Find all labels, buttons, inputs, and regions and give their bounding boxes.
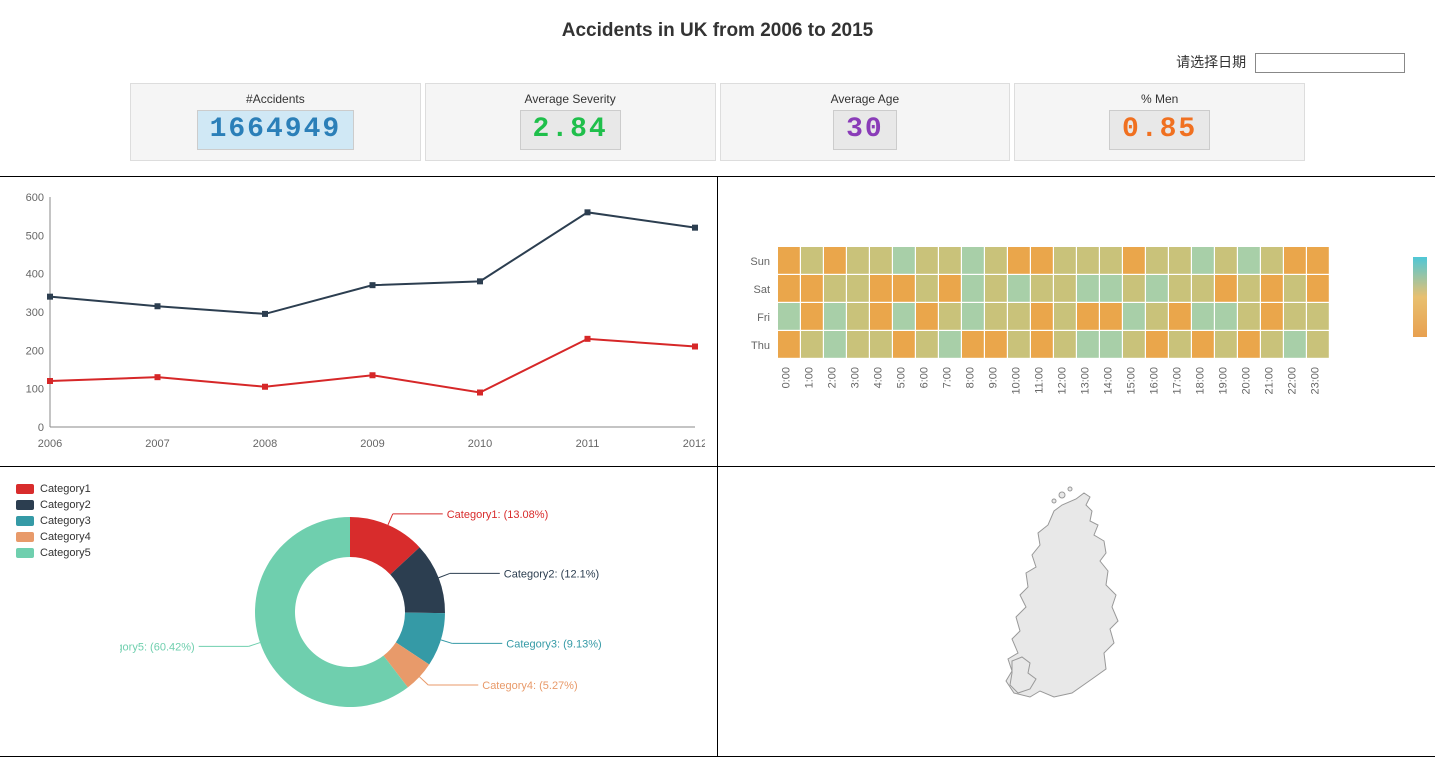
svg-text:Category3: (9.13%): Category3: (9.13%) bbox=[506, 638, 601, 650]
svg-text:4:00: 4:00 bbox=[872, 367, 884, 388]
line-chart[interactable]: 0 100 200 300 400 500 600 2006 2007 2008 2009 2010 2… bbox=[10, 187, 705, 457]
svg-text:2010: 2010 bbox=[468, 438, 492, 450]
heatmap-cell: Sun Sat Fri Thu 0:00 1:00 2:00 3:00 4:00 5:00 6:00… bbox=[718, 177, 1435, 467]
svg-text:300: 300 bbox=[26, 307, 44, 319]
svg-text:400: 400 bbox=[26, 268, 44, 280]
svg-text:Sun: Sun bbox=[750, 256, 770, 268]
chart-grid: 0 100 200 300 400 500 600 2006 2007 2008 2009 2010 2… bbox=[0, 176, 1435, 757]
legend-item[interactable]: Category3 bbox=[16, 515, 120, 527]
svg-text:Thu: Thu bbox=[751, 340, 770, 352]
legend-swatch bbox=[16, 548, 34, 558]
svg-text:2009: 2009 bbox=[360, 438, 384, 450]
legend-swatch bbox=[16, 500, 34, 510]
kpi-label: Average Severity bbox=[436, 92, 705, 106]
legend-label: Category4 bbox=[40, 531, 91, 543]
legend-label: Category5 bbox=[40, 547, 91, 559]
svg-text:2011: 2011 bbox=[576, 438, 600, 450]
svg-text:16:00: 16:00 bbox=[1148, 367, 1160, 395]
svg-text:Category1: (13.08%): Category1: (13.08%) bbox=[447, 508, 548, 520]
kpi-value: 0.85 bbox=[1109, 110, 1210, 150]
svg-text:14:00: 14:00 bbox=[1102, 367, 1114, 395]
legend-label: Category1 bbox=[40, 483, 91, 495]
svg-text:22:00: 22:00 bbox=[1286, 367, 1298, 395]
kpi-men: % Men 0.85 bbox=[1014, 83, 1305, 161]
kpi-age: Average Age 30 bbox=[720, 83, 1011, 161]
map-cell bbox=[718, 467, 1435, 757]
svg-text:5:00: 5:00 bbox=[895, 367, 907, 388]
svg-text:Sat: Sat bbox=[753, 284, 770, 296]
svg-text:2006: 2006 bbox=[38, 438, 62, 450]
date-picker-row: 请选择日期 bbox=[0, 52, 1435, 83]
kpi-severity: Average Severity 2.84 bbox=[425, 83, 716, 161]
kpi-value: 30 bbox=[833, 110, 897, 150]
svg-text:600: 600 bbox=[26, 192, 44, 204]
svg-text:21:00: 21:00 bbox=[1263, 367, 1275, 395]
page-title: Accidents in UK from 2006 to 2015 bbox=[0, 0, 1435, 52]
svg-text:Category2: (12.1%): Category2: (12.1%) bbox=[504, 568, 599, 580]
svg-text:8:00: 8:00 bbox=[964, 367, 976, 388]
svg-text:6:00: 6:00 bbox=[918, 367, 930, 388]
svg-text:12:00: 12:00 bbox=[1056, 367, 1068, 395]
svg-text:Category5: (60.42%): Category5: (60.42%) bbox=[120, 641, 195, 653]
svg-text:17:00: 17:00 bbox=[1171, 367, 1183, 395]
svg-text:2008: 2008 bbox=[253, 438, 277, 450]
kpi-value: 1664949 bbox=[197, 110, 355, 150]
donut-cell: Category1 Category2 Category3 Category4 Cate… bbox=[0, 467, 718, 757]
kpi-label: #Accidents bbox=[141, 92, 410, 106]
kpi-row: #Accidents 1664949 Average Severity 2.84… bbox=[0, 83, 1435, 176]
legend-item[interactable]: Category1 bbox=[16, 483, 120, 495]
line-chart-cell: 0 100 200 300 400 500 600 2006 2007 2008 2009 2010 2… bbox=[0, 177, 718, 467]
heatmap-chart[interactable]: Sun Sat Fri Thu 0:00 1:00 2:00 3:00 4:00 5:00 6:00… bbox=[728, 187, 1388, 457]
svg-text:18:00: 18:00 bbox=[1194, 367, 1206, 395]
date-picker-input[interactable] bbox=[1255, 53, 1405, 73]
legend-label: Category2 bbox=[40, 499, 91, 511]
svg-text:Fri: Fri bbox=[757, 312, 770, 324]
svg-text:200: 200 bbox=[26, 345, 44, 357]
legend-item[interactable]: Category2 bbox=[16, 499, 120, 511]
svg-text:19:00: 19:00 bbox=[1217, 367, 1229, 395]
svg-text:10:00: 10:00 bbox=[1010, 367, 1022, 395]
svg-text:1:00: 1:00 bbox=[803, 367, 815, 388]
svg-text:23:00: 23:00 bbox=[1309, 367, 1321, 395]
legend-label: Category3 bbox=[40, 515, 91, 527]
legend-swatch bbox=[16, 484, 34, 494]
svg-text:2012: 2012 bbox=[683, 438, 705, 450]
svg-text:0:00: 0:00 bbox=[780, 367, 792, 388]
legend-item[interactable]: Category5 bbox=[16, 547, 120, 559]
heatmap-color-legend bbox=[1413, 257, 1427, 337]
svg-text:13:00: 13:00 bbox=[1079, 367, 1091, 395]
legend-swatch bbox=[16, 532, 34, 542]
svg-text:500: 500 bbox=[26, 230, 44, 242]
date-picker-label: 请选择日期 bbox=[1176, 54, 1246, 70]
svg-text:2:00: 2:00 bbox=[826, 367, 838, 388]
svg-text:20:00: 20:00 bbox=[1240, 367, 1252, 395]
donut-legend: Category1 Category2 Category3 Category4 Cate… bbox=[10, 477, 120, 746]
legend-swatch bbox=[16, 516, 34, 526]
kpi-label: Average Age bbox=[731, 92, 1000, 106]
svg-text:11:00: 11:00 bbox=[1033, 367, 1045, 394]
svg-text:2007: 2007 bbox=[145, 438, 169, 450]
svg-text:9:00: 9:00 bbox=[987, 367, 999, 388]
kpi-label: % Men bbox=[1025, 92, 1294, 106]
svg-text:100: 100 bbox=[26, 383, 44, 395]
svg-text:3:00: 3:00 bbox=[849, 367, 861, 388]
kpi-value: 2.84 bbox=[520, 110, 621, 150]
svg-text:Category4: (5.27%): Category4: (5.27%) bbox=[482, 679, 577, 691]
uk-map[interactable] bbox=[966, 481, 1186, 741]
donut-chart[interactable]: Category1: (13.08%) Category2: (12.1%) Cat… bbox=[120, 477, 640, 747]
legend-item[interactable]: Category4 bbox=[16, 531, 120, 543]
svg-text:15:00: 15:00 bbox=[1125, 367, 1137, 395]
kpi-accidents: #Accidents 1664949 bbox=[130, 83, 421, 161]
svg-text:7:00: 7:00 bbox=[941, 367, 953, 388]
svg-text:0: 0 bbox=[38, 422, 44, 434]
